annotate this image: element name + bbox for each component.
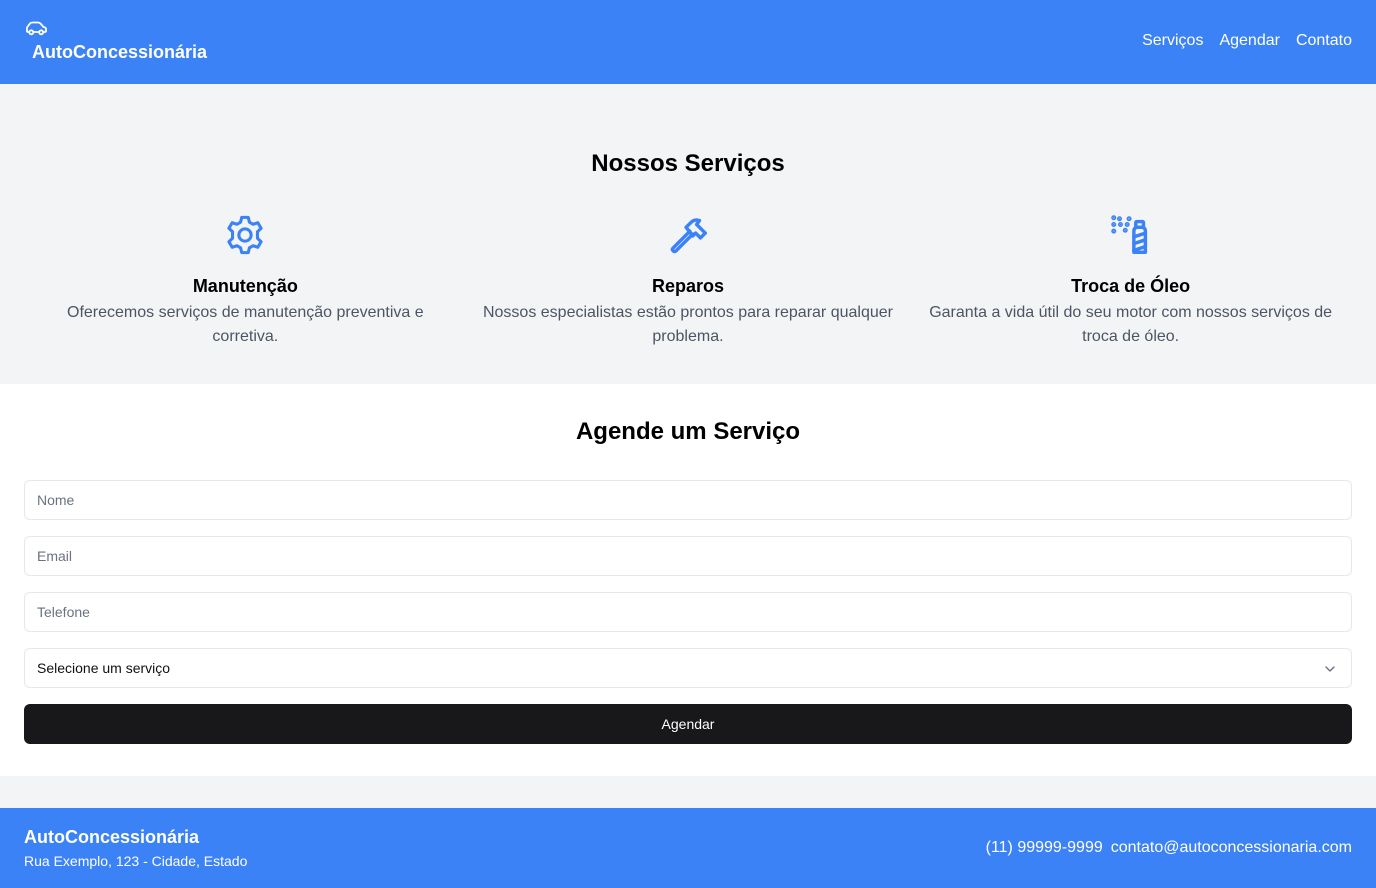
services-section: Nossos Serviços Manutenção Oferecemos se…: [0, 84, 1376, 384]
gear-icon: [227, 215, 263, 255]
car-icon: [26, 21, 47, 36]
nav-link-contato[interactable]: Contato: [1296, 32, 1352, 50]
email-input[interactable]: [24, 536, 1352, 576]
footer-brand: AutoConcessionária: [24, 827, 200, 847]
brand-name: AutoConcessionária: [32, 42, 208, 62]
hammer-icon: [670, 218, 707, 254]
main-nav: Serviços Agendar Contato: [1142, 32, 1352, 50]
service-select-value: Selecione um serviço: [37, 660, 171, 676]
site-footer: AutoConcessionária Rua Exemplo, 123 - Ci…: [0, 808, 1376, 888]
booking-title: Agende um Serviço: [575, 418, 801, 445]
service-title: Manutenção: [192, 276, 298, 296]
name-input[interactable]: [24, 480, 1352, 520]
footer-contact: (11) 99999-9999 contato@autoconcessionar…: [986, 839, 1352, 857]
service-card-reparos: Reparos Nossos especialistas estão pront…: [467, 212, 910, 349]
spray-can-icon: [1110, 215, 1147, 254]
service-grid: Manutenção Oferecemos serviços de manute…: [24, 212, 1352, 349]
service-title: Troca de Óleo: [1071, 276, 1191, 296]
service-title: Reparos: [651, 276, 724, 296]
submit-button[interactable]: Agendar: [24, 704, 1352, 744]
phone-input[interactable]: [24, 592, 1352, 632]
brand[interactable]: AutoConcessionária: [24, 18, 207, 63]
footer-phone: (11) 99999-9999: [985, 839, 1103, 856]
site-header: AutoConcessionária Serviços Agendar Cont…: [0, 0, 1376, 84]
service-card-troca-de-oleo: Troca de Óleo Garanta a vida útil do seu…: [909, 212, 1352, 349]
footer-address: Rua Exemplo, 123 - Cidade, Estado: [24, 853, 248, 869]
booking-form: Selecione um serviço Agendar: [24, 480, 1352, 744]
booking-section: Agende um Serviço Selecione um serviço A…: [0, 384, 1376, 776]
chevron-down-icon: [1325, 666, 1335, 672]
footer-email: contato@autoconcessionaria.com: [1110, 839, 1352, 856]
service-description: Oferecemos serviços de manutenção preven…: [67, 304, 424, 345]
service-description: Nossos especialistas estão prontos para …: [482, 304, 893, 345]
nav-link-agendar[interactable]: Agendar: [1219, 32, 1280, 50]
nav-link-servicos[interactable]: Serviços: [1142, 32, 1203, 50]
service-card-manutencao: Manutenção Oferecemos serviços de manute…: [24, 212, 467, 349]
service-select[interactable]: Selecione um serviço: [24, 648, 1352, 688]
services-title: Nossos Serviços: [591, 150, 785, 177]
service-description: Garanta a vida útil do seu motor com nos…: [929, 304, 1333, 345]
